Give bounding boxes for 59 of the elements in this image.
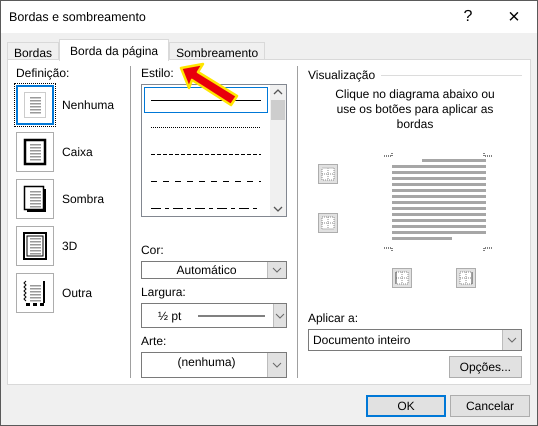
line-sample-icon bbox=[151, 180, 261, 182]
border-toggle-button[interactable] bbox=[318, 164, 338, 184]
chevron-down-icon bbox=[274, 312, 285, 319]
tab[interactable]: Borda da página bbox=[59, 39, 170, 61]
preview-label: Visualização bbox=[308, 68, 376, 83]
line-sample-icon bbox=[151, 126, 261, 128]
page-icon bbox=[23, 138, 47, 166]
width-label: Largura: bbox=[141, 284, 187, 300]
close-button[interactable]: × bbox=[491, 1, 537, 33]
border-toggle-button[interactable] bbox=[392, 268, 412, 288]
window-title: Bordas e sombreamento bbox=[9, 10, 147, 24]
art-label: Arte: bbox=[141, 334, 168, 350]
width-value: ½ pt bbox=[157, 308, 182, 323]
style-label: Estilo: bbox=[141, 66, 175, 81]
options-button[interactable]: Opções... bbox=[448, 356, 522, 378]
border-toggle-button[interactable] bbox=[318, 213, 338, 233]
scroll-thumb[interactable] bbox=[271, 100, 285, 120]
page-icon bbox=[23, 279, 47, 307]
border-grid-icon bbox=[320, 215, 336, 231]
scrollbar[interactable] bbox=[270, 85, 286, 216]
page-icon bbox=[23, 185, 47, 213]
page-icon bbox=[23, 91, 47, 119]
dialog-button[interactable]: Cancelar bbox=[450, 395, 530, 417]
dialog-button[interactable]: OK bbox=[366, 395, 446, 417]
setting-option-label: Nenhuma bbox=[62, 98, 114, 112]
setting-option-label: Caixa bbox=[62, 145, 93, 159]
setting-option-button[interactable] bbox=[16, 226, 54, 266]
setting-option-button[interactable] bbox=[16, 132, 54, 172]
line-sample-icon bbox=[151, 152, 261, 156]
art-dropdown[interactable]: (nenhuma) bbox=[141, 352, 287, 378]
color-label: Cor: bbox=[141, 243, 165, 258]
line-style-option[interactable] bbox=[144, 87, 268, 113]
border-grid-icon bbox=[394, 270, 410, 286]
setting-option-label: Outra bbox=[62, 286, 92, 300]
line-sample-icon bbox=[198, 314, 265, 317]
color-value: Automático bbox=[175, 262, 238, 277]
line-sample-icon bbox=[151, 98, 261, 102]
chevron-down-icon bbox=[507, 337, 517, 343]
border-grid-icon bbox=[458, 270, 474, 286]
apply-to-label: Aplicar a: bbox=[308, 311, 360, 326]
setting-option-button[interactable] bbox=[16, 273, 54, 313]
art-value: (nenhuma) bbox=[176, 354, 237, 370]
width-dropdown[interactable]: ½ pt bbox=[141, 302, 287, 328]
border-toggle-button[interactable] bbox=[456, 268, 476, 288]
apply-to-value: Documento inteiro bbox=[312, 333, 412, 347]
chevron-down-icon bbox=[272, 362, 282, 368]
color-dropdown[interactable]: Automático bbox=[141, 261, 287, 279]
setting-option-label: Sombra bbox=[62, 192, 104, 206]
setting-option-label: 3D bbox=[62, 239, 78, 253]
border-grid-icon bbox=[320, 166, 336, 182]
apply-to-dropdown[interactable]: Documento inteiro bbox=[308, 329, 522, 351]
chevron-down-icon bbox=[272, 266, 282, 273]
arrow-drawing bbox=[179, 62, 241, 108]
page-icon bbox=[23, 232, 47, 260]
line-style-list[interactable] bbox=[141, 84, 287, 217]
preview-hint: Clique no diagrama abaixo ou use os botões para aplicar as bordas bbox=[334, 87, 496, 132]
setting-label: Definição: bbox=[16, 66, 70, 81]
setting-option-button[interactable] bbox=[16, 179, 54, 219]
help-button[interactable]: ? bbox=[445, 1, 491, 33]
